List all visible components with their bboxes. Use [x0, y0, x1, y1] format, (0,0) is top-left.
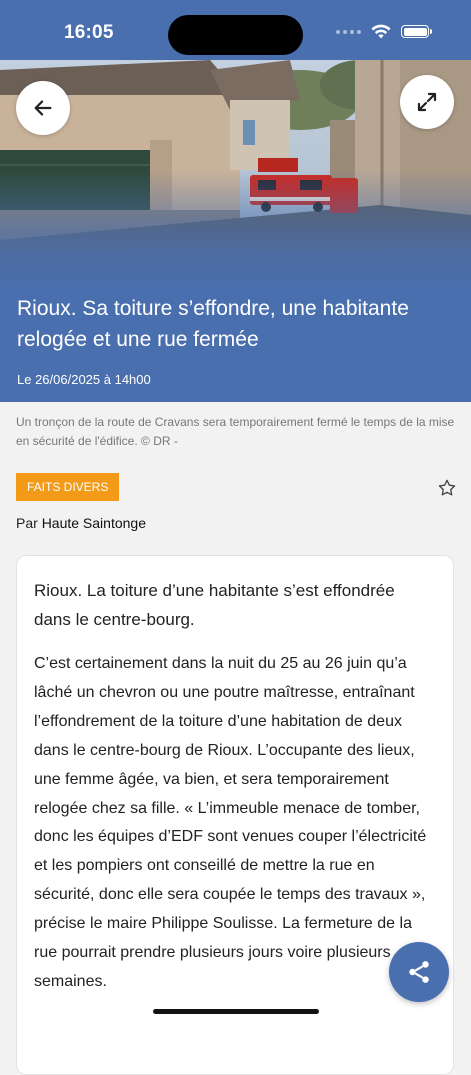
share-button[interactable]	[389, 942, 449, 1002]
expand-diagonal-icon	[417, 92, 437, 112]
article-hero: Rioux. Sa toiture s’effondre, une habita…	[0, 0, 471, 402]
article-lead: Rioux. La toiture d’une habitante s’est …	[34, 581, 395, 629]
article-date: Le 26/06/2025 à 14h00	[17, 372, 151, 387]
author-line: Par Haute Saintonge	[16, 515, 146, 531]
article-content-card: Rioux. La toiture d’une habitante s’est …	[16, 555, 454, 1075]
wifi-icon	[371, 24, 391, 39]
status-time: 16:05	[64, 22, 114, 43]
author-name[interactable]: Haute Saintonge	[42, 515, 146, 531]
cellular-signal-icon	[336, 29, 361, 34]
expand-image-button[interactable]	[400, 75, 454, 129]
back-button[interactable]	[16, 81, 70, 135]
status-bar: 16:05	[0, 0, 471, 60]
category-badge[interactable]: FAITS DIVERS	[16, 473, 120, 501]
star-outline-icon[interactable]	[437, 478, 457, 498]
arrow-left-icon	[34, 100, 52, 116]
battery-icon	[401, 25, 432, 38]
hero-gradient-overlay	[0, 170, 471, 290]
author-prefix: Par	[16, 515, 38, 531]
home-indicator[interactable]	[153, 1009, 319, 1014]
dynamic-island	[168, 15, 303, 55]
photo-caption: Un tronçon de la route de Cravans sera t…	[16, 415, 455, 448]
status-icons	[336, 24, 432, 39]
article-body: C’est certainement dans la nuit du 25 au…	[34, 655, 427, 990]
share-icon	[409, 961, 429, 983]
article-title: Rioux. Sa toiture s’effondre, une habita…	[17, 297, 409, 351]
